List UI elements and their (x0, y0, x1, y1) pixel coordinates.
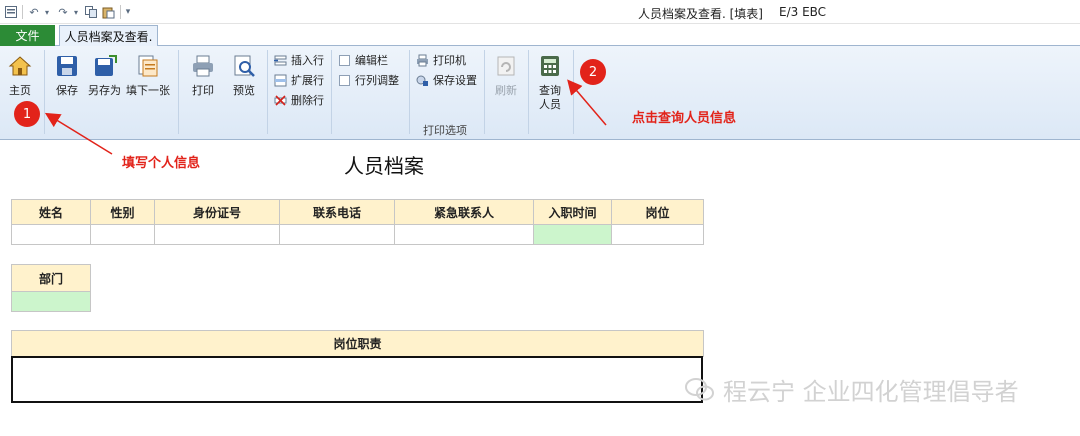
paste-icon[interactable] (101, 3, 115, 21)
delete-row-button[interactable]: 删除行 (274, 92, 324, 108)
preview-button[interactable]: 预览 (232, 54, 256, 98)
save-as-button[interactable]: 另存为 (88, 54, 121, 98)
column-header-emergency-contact: 紧急联系人 (394, 199, 534, 225)
department-label: 部门 (11, 264, 91, 292)
save-settings-icon (416, 75, 428, 86)
table-header-row: 姓名 性别 身份证号 联系电话 紧急联系人 入职时间 岗位 (11, 199, 704, 225)
title-bar: ↶ ▾ ↷ ▾ ▾ 人员档案及查看. [填表] E/3 EBC (0, 0, 1080, 24)
annotation-note-fill-info: 填写个人信息 (122, 156, 201, 171)
home-icon (8, 56, 32, 76)
calculator-icon (541, 56, 559, 76)
column-header-id-number: 身份证号 (154, 199, 280, 225)
hire-date-cell[interactable] (533, 224, 612, 245)
column-header-name: 姓名 (11, 199, 91, 225)
form-title: 人员档案 (344, 154, 424, 178)
save-button[interactable]: 保存 (55, 54, 79, 98)
printer-icon (417, 54, 428, 66)
printer-icon (193, 55, 213, 77)
refresh-icon (497, 56, 515, 76)
print-button[interactable]: 打印 (191, 54, 215, 98)
app-menu-icon[interactable] (4, 3, 18, 21)
checkbox-icon (339, 74, 350, 86)
query-personnel-button[interactable]: 查询 人员 (538, 54, 562, 112)
phone-cell[interactable] (279, 224, 395, 245)
job-duty-cell[interactable] (11, 356, 703, 403)
redo-icon[interactable]: ↷ (56, 3, 70, 21)
fill-next-button[interactable]: 填下一张 (126, 54, 170, 98)
department-cell[interactable] (11, 291, 91, 312)
save-icon (57, 56, 77, 76)
delete-row-icon (274, 94, 287, 106)
expand-row-button[interactable]: 扩展行 (274, 72, 324, 88)
id-number-cell[interactable] (154, 224, 280, 245)
row-adjust-checkbox[interactable]: 行列调整 (339, 72, 399, 88)
tab-personnel-archive[interactable]: 人员档案及查看. (59, 25, 158, 47)
expand-row-icon (274, 74, 287, 86)
column-header-phone: 联系电话 (279, 199, 395, 225)
print-options-group-label: 打印选项 (423, 124, 467, 137)
column-header-gender: 性别 (90, 199, 155, 225)
preview-icon (234, 55, 255, 77)
redo-dropdown-icon[interactable]: ▾ (71, 3, 81, 21)
column-header-position: 岗位 (611, 199, 704, 225)
home-button[interactable]: 主页 (8, 54, 32, 98)
checkbox-icon (339, 54, 350, 66)
save-settings-button[interactable]: 保存设置 (416, 72, 477, 88)
ribbon-tabs: 文件 人员档案及查看. (0, 24, 1080, 47)
column-header-hire-date: 入职时间 (533, 199, 612, 225)
annotation-note-query: 点击查询人员信息 (632, 111, 737, 126)
save-as-icon (94, 55, 117, 76)
customize-toolbar-icon[interactable]: ▾ (123, 3, 133, 21)
annotation-badge-2: 2 (580, 59, 606, 85)
ribbon: 主页 保存 另存为 填下一张 打印 预览 插入行 扩展行 删除行 编辑栏 行列调… (0, 46, 1080, 140)
name-cell[interactable] (11, 224, 91, 245)
undo-icon[interactable]: ↶ (27, 3, 41, 21)
watermark: 程云宁 企业四化管理倡导者 (685, 372, 1019, 407)
emergency-contact-cell[interactable] (394, 224, 534, 245)
position-cell[interactable] (611, 224, 704, 245)
table-row (11, 224, 704, 245)
wechat-icon (685, 377, 714, 400)
printer-button[interactable]: 打印机 (416, 52, 466, 68)
refresh-button[interactable]: 刷新 (494, 54, 518, 98)
next-sheet-icon (138, 55, 158, 77)
undo-dropdown-icon[interactable]: ▾ (42, 3, 52, 21)
personnel-table: 姓名 性别 身份证号 联系电话 紧急联系人 入职时间 岗位 (11, 199, 704, 245)
department-table: 部门 (11, 264, 91, 312)
job-duty-table: 岗位职责 (11, 330, 704, 357)
edit-bar-checkbox[interactable]: 编辑栏 (339, 52, 388, 68)
copy-icon[interactable] (84, 3, 98, 21)
gender-cell[interactable] (90, 224, 155, 245)
annotation-badge-1: 1 (14, 101, 40, 127)
tab-file[interactable]: 文件 (0, 25, 55, 46)
job-duty-label: 岗位职责 (11, 330, 704, 357)
window-title: 人员档案及查看. [填表] (638, 7, 763, 21)
insert-row-icon (274, 55, 287, 65)
insert-row-button[interactable]: 插入行 (274, 52, 324, 68)
app-name: E/3 EBC (779, 5, 827, 19)
